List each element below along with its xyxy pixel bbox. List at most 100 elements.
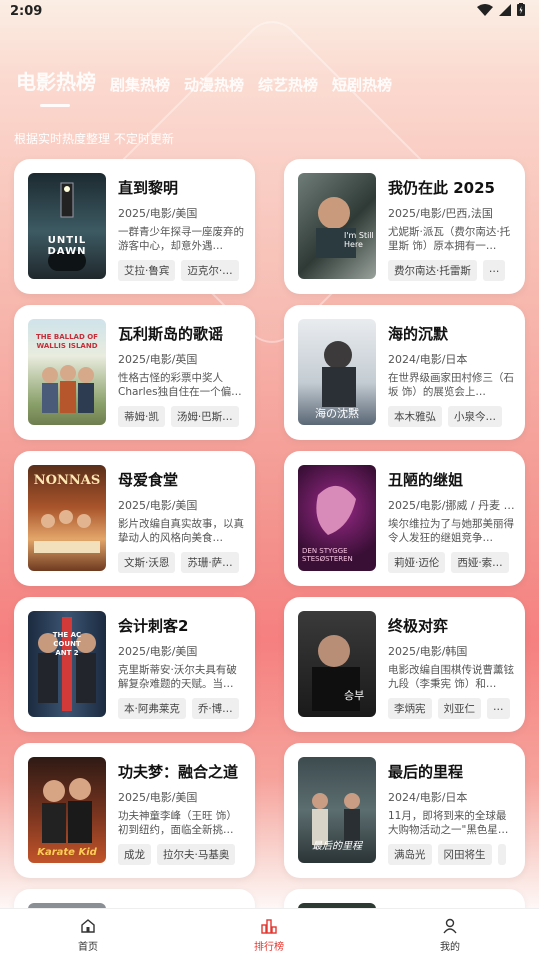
cast-chip[interactable]: 本·阿弗莱克: [118, 698, 186, 719]
category-tabs: 电影热榜 剧集热榜 动漫热榜 综艺热榜 短剧热榜: [16, 66, 392, 107]
cast-chip[interactable]: [497, 844, 506, 865]
cast-chip[interactable]: 成龙: [118, 844, 151, 865]
home-icon: [81, 919, 95, 933]
movie-title: 海的沉默: [388, 325, 449, 343]
poster-text: THE ACCOUNTANT 2: [52, 631, 82, 657]
cast-chip[interactable]: 苏珊·萨…: [181, 552, 239, 573]
status-icons: [477, 3, 525, 16]
cast-chip[interactable]: 文斯·沃恩: [118, 552, 176, 573]
movie-description: 克里斯蒂安·沃尔夫具有破解复杂难题的天赋。当…: [118, 664, 237, 690]
movie-title: 母爱食堂: [118, 471, 179, 489]
movie-title: 最后的里程: [388, 763, 464, 781]
nav-profile[interactable]: 我的: [410, 917, 490, 953]
cast-chip[interactable]: 李炳宪: [388, 698, 432, 719]
movie-poster: DEN STYGGE STESØSTEREN: [298, 465, 376, 571]
signal-icon: [499, 3, 511, 16]
movie-poster: Karate Kid: [28, 757, 106, 863]
movie-meta: 2025/电影/英国: [118, 353, 198, 366]
movie-card[interactable]: THE ACCOUNTANT 2 会计刺客2 2025/电影/美国 克里斯蒂安·…: [14, 597, 255, 732]
movie-title: 丑陋的继姐: [388, 471, 464, 489]
nav-home-label: 首页: [78, 942, 98, 953]
cast-chip[interactable]: 满岛光: [388, 844, 432, 865]
user-icon: [443, 918, 457, 934]
movie-description: 11月，即将到来的全球最大购物活动之一"黑色星…: [388, 810, 509, 836]
chart-icon: [261, 919, 277, 934]
ranking-subtitle: 根据实时热度整理 不定时更新: [14, 132, 174, 146]
movie-poster: 海の沈黙: [298, 319, 376, 425]
movie-meta: 2025/电影/美国: [118, 791, 198, 804]
status-bar: 2:09: [0, 0, 539, 26]
tab-series[interactable]: 剧集热榜: [110, 74, 170, 95]
cast-chip[interactable]: 冈田将生: [437, 844, 492, 865]
cast-chip[interactable]: 刘亚仁: [437, 698, 481, 719]
cast-chip[interactable]: 迈克尔·…: [181, 260, 239, 281]
poster-text: 海の沈黙: [315, 407, 359, 420]
cast-chip[interactable]: 艾拉·鲁宾: [118, 260, 176, 281]
bottom-nav: 首页 排行榜 我的: [0, 908, 539, 959]
cast-chip[interactable]: 本木雅弘: [388, 406, 442, 427]
movie-description: 影片改编自真实故事，以真挚动人的风格向美食…: [118, 518, 244, 544]
movie-meta: 2025/电影/美国: [118, 207, 198, 220]
movie-poster: THE BALLAD OF WALLIS ISLAND: [28, 319, 106, 425]
movie-card[interactable]: 最后的里程 最后的里程 2024/电影/日本 11月，即将到来的全球最大购物活动…: [284, 743, 525, 878]
movie-description: 尤妮斯·派瓦（费尔南达·托里斯 饰）原本拥有一…: [388, 226, 511, 252]
movie-poster: UNTIL DAWN: [28, 173, 106, 279]
movie-title: 直到黎明: [118, 179, 179, 197]
movie-description: 一群青少年探寻一座废弃的游客中心，却意外遇…: [118, 226, 244, 252]
movie-meta: 2025/电影/挪威 / 丹麦 / …: [388, 499, 516, 512]
movie-card[interactable]: NONNAS 母爱食堂 2025/电影/美国 影片改编自真实故事，以真挚动人的风…: [14, 451, 255, 586]
movie-title: 我仍在此 2025: [388, 179, 495, 197]
cast-chip[interactable]: 莉娅·迈伦: [388, 552, 446, 573]
nav-ranking-label: 排行榜: [254, 942, 284, 953]
poster-text: NONNAS: [33, 473, 101, 488]
cast-chip[interactable]: 乔·博…: [191, 698, 239, 719]
movie-meta: 2025/电影/韩国: [388, 645, 468, 658]
tab-anime[interactable]: 动漫热榜: [184, 74, 244, 95]
poster-text: UNTIL DAWN: [47, 235, 87, 257]
movie-description: 在世界级画家田村修三（石坂 饰）的展览会上…: [388, 372, 514, 398]
status-time: 2:09: [10, 4, 43, 19]
movie-poster: I'm Still Here: [298, 173, 376, 279]
movie-card[interactable]: Karate Kid 功夫梦：融合之道 2025/电影/美国 功夫神童李峰（王旺…: [14, 743, 255, 878]
movie-card[interactable]: UNTIL DAWN 直到黎明 2025/电影/美国 一群青少年探寻一座废弃的游…: [14, 159, 255, 294]
cast-chip[interactable]: 费尔南达·托雷斯: [388, 260, 477, 281]
movie-card[interactable]: DEN STYGGE STESØSTEREN 丑陋的继姐 2025/电影/挪威 …: [284, 451, 525, 586]
movie-description: 电影改编自围棋传说曹薰铉九段（李秉宪 饰）和…: [388, 664, 514, 690]
poster-text: I'm Still Here: [344, 231, 374, 249]
cast-chip[interactable]: 小泉今…: [448, 406, 502, 427]
poster-text: 승부: [344, 689, 365, 702]
poster-text: DEN STYGGE STESØSTEREN: [302, 547, 353, 563]
movie-meta: 2025/电影/美国: [118, 499, 198, 512]
cast-chip[interactable]: …: [482, 260, 506, 281]
poster-text: Karate Kid: [37, 847, 97, 858]
tab-short-drama[interactable]: 短剧热榜: [332, 74, 392, 95]
movie-poster: 승부: [298, 611, 376, 717]
cast-chip[interactable]: 汤姆·巴斯…: [170, 406, 239, 427]
cast-chip[interactable]: 蒂姆·凯: [118, 406, 165, 427]
cast-chip[interactable]: 拉尔夫·马基奥: [157, 844, 236, 865]
tab-movie[interactable]: 电影热榜: [16, 66, 96, 107]
cast-chip[interactable]: 西娅·索…: [451, 552, 509, 573]
wifi-icon: [477, 3, 493, 16]
movie-card[interactable]: 海の沈黙 海的沉默 2024/电影/日本 在世界级画家田村修三（石坂 饰）的展览…: [284, 305, 525, 440]
movie-poster: 最后的里程: [298, 757, 376, 863]
movie-description: 性格古怪的彩票中奖人Charles独自住在一个偏…: [118, 372, 242, 398]
cast-chip[interactable]: …: [487, 698, 510, 719]
battery-icon: [517, 3, 525, 16]
movie-description: 功夫神童李峰（王旺 饰）初到纽约，面临全新挑…: [118, 810, 237, 836]
movie-description: 埃尔维拉为了与她那美丽得令人发狂的继姐竞争…: [388, 518, 514, 544]
nav-home[interactable]: 首页: [48, 917, 128, 953]
movie-meta: 2025/电影/巴西,法国: [388, 207, 493, 220]
movie-card[interactable]: 승부 终极对弈 2025/电影/韩国 电影改编自围棋传说曹薰铉九段（李秉宪 饰）…: [284, 597, 525, 732]
movie-meta: 2024/电影/日本: [388, 791, 468, 804]
tab-variety[interactable]: 综艺热榜: [258, 74, 318, 95]
movie-title: 会计刺客2: [118, 617, 189, 635]
movie-title: 功夫梦：融合之道: [118, 763, 239, 781]
movie-poster: NONNAS: [28, 465, 106, 571]
poster-text: THE BALLAD OF WALLIS ISLAND: [36, 333, 98, 350]
nav-ranking[interactable]: 排行榜: [229, 917, 309, 953]
movie-card[interactable]: THE BALLAD OF WALLIS ISLAND 瓦利斯岛的歌谣 2025…: [14, 305, 255, 440]
movie-meta: 2025/电影/美国: [118, 645, 198, 658]
poster-text: 最后的里程: [312, 841, 362, 852]
movie-card[interactable]: I'm Still Here 我仍在此 2025 2025/电影/巴西,法国 尤…: [284, 159, 525, 294]
